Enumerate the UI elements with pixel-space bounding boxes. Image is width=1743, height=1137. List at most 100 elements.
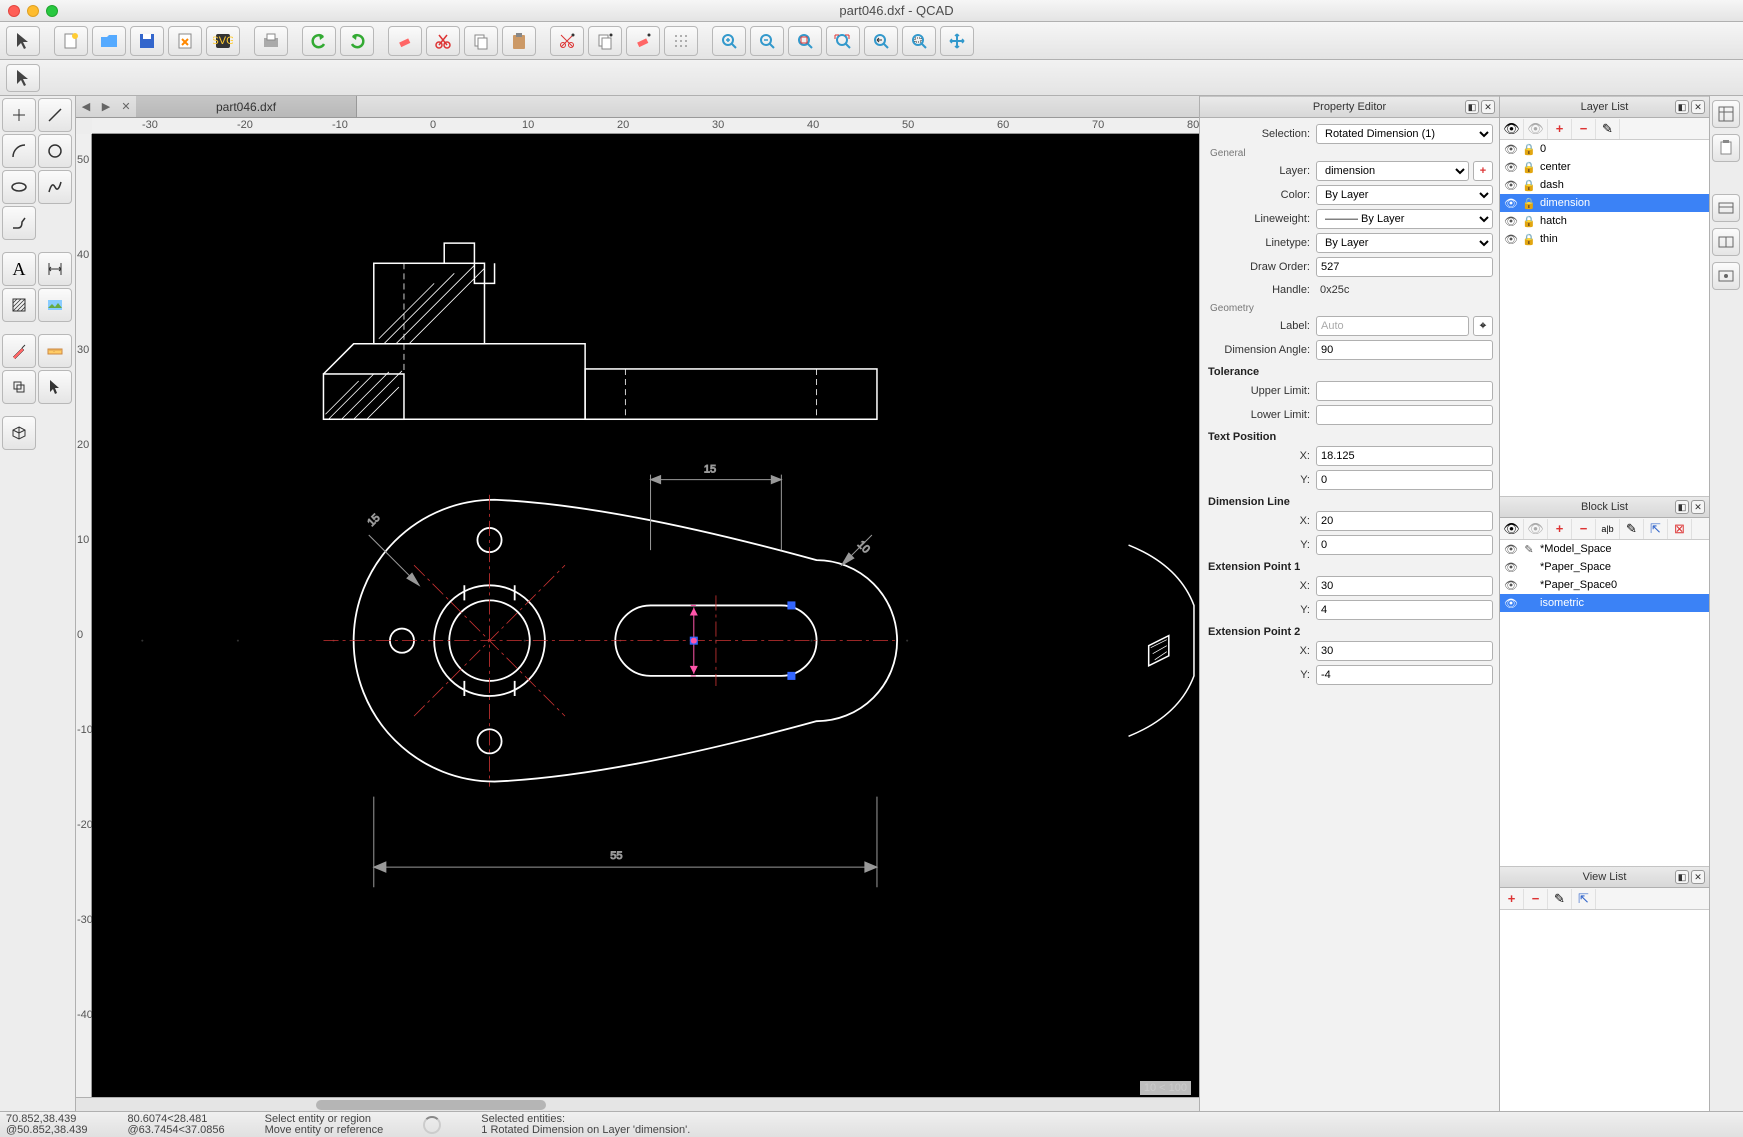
visibility-icon[interactable]: 👁 xyxy=(1504,561,1518,574)
copy-button[interactable] xyxy=(464,26,498,56)
lower-limit-input[interactable] xyxy=(1316,405,1493,425)
pan-button[interactable] xyxy=(940,26,974,56)
add-view-button[interactable]: + xyxy=(1500,889,1524,909)
textpos-x-input[interactable] xyxy=(1316,446,1493,466)
close-window-button[interactable] xyxy=(8,5,20,17)
detach-icon[interactable]: ◧ xyxy=(1675,870,1689,884)
layer-item[interactable]: 👁🔒center xyxy=(1500,158,1709,176)
tab-prev-button[interactable]: ◀ xyxy=(76,97,96,117)
horizontal-scrollbar[interactable] xyxy=(76,1097,1199,1111)
tab-next-button[interactable]: ▶ xyxy=(96,97,116,117)
visibility-icon[interactable]: 👁 xyxy=(1504,597,1518,610)
label-input[interactable] xyxy=(1316,316,1469,336)
dimangle-input[interactable] xyxy=(1316,340,1493,360)
block-item[interactable]: 👁✎*Model_Space xyxy=(1500,540,1709,558)
edit-layer-button[interactable]: ✎ xyxy=(1596,119,1620,139)
lock-icon[interactable]: 🔒 xyxy=(1522,179,1536,192)
edit-block-button[interactable]: ✎ xyxy=(1620,519,1644,539)
polyline-tool[interactable] xyxy=(2,206,36,240)
redo-button[interactable] xyxy=(340,26,374,56)
cut-button[interactable] xyxy=(426,26,460,56)
point-tool[interactable] xyxy=(2,98,36,132)
edit-view-button[interactable]: ✎ xyxy=(1548,889,1572,909)
ext1-y-input[interactable] xyxy=(1316,600,1493,620)
ext2-y-input[interactable] xyxy=(1316,665,1493,685)
show-all-blocks-button[interactable]: 👁 xyxy=(1500,519,1524,539)
pointer-tool[interactable] xyxy=(6,26,40,56)
reset-tool-button[interactable] xyxy=(6,64,40,92)
lock-icon[interactable]: 🔒 xyxy=(1522,197,1536,210)
close-icon[interactable]: ✕ xyxy=(1481,100,1495,114)
detach-icon[interactable]: ◧ xyxy=(1675,500,1689,514)
open-file-button[interactable] xyxy=(92,26,126,56)
clipboard-button[interactable] xyxy=(1712,134,1740,162)
library-browser-button[interactable] xyxy=(1712,100,1740,128)
erase-ref-button[interactable] xyxy=(626,26,660,56)
add-block-button[interactable]: + xyxy=(1548,519,1572,539)
undo-button[interactable] xyxy=(302,26,336,56)
goto-view-button[interactable]: ⇱ xyxy=(1572,889,1596,909)
ext2-x-input[interactable] xyxy=(1316,641,1493,661)
line-tool[interactable] xyxy=(38,98,72,132)
visibility-icon[interactable]: 👁 xyxy=(1504,233,1518,246)
ellipse-tool[interactable] xyxy=(2,170,36,204)
zoom-window-button[interactable] xyxy=(902,26,936,56)
remove-block-button[interactable]: − xyxy=(1572,519,1596,539)
dimline-y-input[interactable] xyxy=(1316,535,1493,555)
modify-tool[interactable] xyxy=(2,334,36,368)
visibility-icon[interactable]: 👁 xyxy=(1504,179,1518,192)
new-file-button[interactable] xyxy=(54,26,88,56)
zoom-auto-button[interactable] xyxy=(788,26,822,56)
label-special-button[interactable]: ⌖ xyxy=(1473,316,1493,336)
drawing-canvas[interactable]: 15 55 15 10 xyxy=(92,134,1199,1097)
ext1-x-input[interactable] xyxy=(1316,576,1493,596)
tab-close-button[interactable]: ✕ xyxy=(116,97,136,117)
detach-icon[interactable]: ◧ xyxy=(1675,100,1689,114)
close-icon[interactable]: ✕ xyxy=(1691,870,1705,884)
remove-layer-button[interactable]: − xyxy=(1572,119,1596,139)
print-preview-button[interactable] xyxy=(254,26,288,56)
edit-icon[interactable]: ✎ xyxy=(1522,543,1536,556)
rename-block-button[interactable]: a|b xyxy=(1596,519,1620,539)
layer-item[interactable]: 👁🔒thin xyxy=(1500,230,1709,248)
visibility-icon[interactable]: 👁 xyxy=(1504,543,1518,556)
measure-tool[interactable] xyxy=(38,334,72,368)
text-tool[interactable]: A xyxy=(2,252,36,286)
grid-button[interactable] xyxy=(664,26,698,56)
hide-all-blocks-button[interactable]: 👁 xyxy=(1524,519,1548,539)
add-layer-button[interactable]: + xyxy=(1548,119,1572,139)
isometric-tool[interactable] xyxy=(2,416,36,450)
copy-ref-button[interactable] xyxy=(588,26,622,56)
dimension-tool[interactable] xyxy=(38,252,72,286)
spline-tool[interactable] xyxy=(38,170,72,204)
panel-button-2[interactable] xyxy=(1712,228,1740,256)
layer-item[interactable]: 👁🔒hatch xyxy=(1500,212,1709,230)
erase-button[interactable] xyxy=(388,26,422,56)
block-item[interactable]: 👁*Paper_Space xyxy=(1500,558,1709,576)
maximize-window-button[interactable] xyxy=(46,5,58,17)
zoom-selection-button[interactable] xyxy=(826,26,860,56)
add-layer-button[interactable]: + xyxy=(1473,161,1493,181)
hatch-tool[interactable] xyxy=(2,288,36,322)
draworder-input[interactable] xyxy=(1316,257,1493,277)
print-button[interactable] xyxy=(168,26,202,56)
visibility-icon[interactable]: 👁 xyxy=(1504,197,1518,210)
close-block-button[interactable]: ⊠ xyxy=(1668,519,1692,539)
lock-icon[interactable]: 🔒 xyxy=(1522,143,1536,156)
close-icon[interactable]: ✕ xyxy=(1691,500,1705,514)
lock-icon[interactable]: 🔒 xyxy=(1522,161,1536,174)
zoom-out-button[interactable] xyxy=(750,26,784,56)
remove-view-button[interactable]: − xyxy=(1524,889,1548,909)
lock-icon[interactable]: 🔒 xyxy=(1522,215,1536,228)
circle-tool[interactable] xyxy=(38,134,72,168)
block-item[interactable]: 👁isometric xyxy=(1500,594,1709,612)
color-dropdown[interactable]: By Layer xyxy=(1316,185,1493,205)
save-file-button[interactable] xyxy=(130,26,164,56)
image-tool[interactable] xyxy=(38,288,72,322)
document-tab[interactable]: part046.dxf xyxy=(136,96,357,117)
lineweight-dropdown[interactable]: ——— By Layer xyxy=(1316,209,1493,229)
cut-ref-button[interactable] xyxy=(550,26,584,56)
dimline-x-input[interactable] xyxy=(1316,511,1493,531)
selection-dropdown[interactable]: Rotated Dimension (1) xyxy=(1316,124,1493,144)
zoom-previous-button[interactable] xyxy=(864,26,898,56)
